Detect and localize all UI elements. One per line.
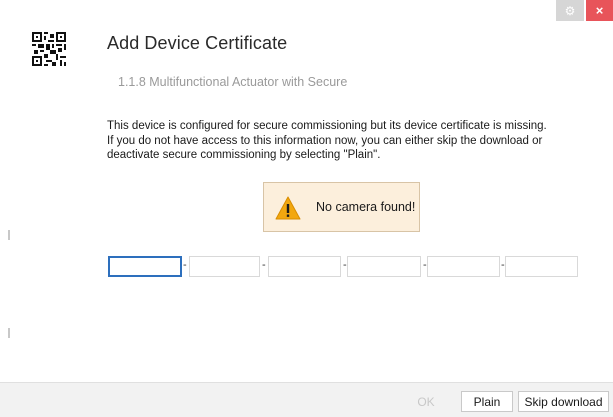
- certificate-field-6[interactable]: [505, 256, 578, 277]
- certificate-field-4[interactable]: [347, 256, 421, 277]
- close-icon: ×: [595, 3, 604, 18]
- dialog-footer: OK Plain Skip download: [0, 382, 613, 417]
- field-separator: -: [262, 259, 266, 271]
- device-subtitle: 1.1.8 Multifunctional Actuator with Secu…: [118, 75, 348, 89]
- message-line-2: If you do not have access to this inform…: [107, 134, 543, 147]
- ok-button[interactable]: OK: [400, 391, 452, 412]
- certificate-field-3[interactable]: [268, 256, 341, 277]
- warning-text: No camera found!: [316, 200, 416, 214]
- close-button[interactable]: ×: [586, 0, 613, 21]
- camera-warning: No camera found!: [263, 182, 420, 232]
- message-line-1: This device is configured for secure com…: [107, 120, 547, 132]
- skip-download-button[interactable]: Skip download: [518, 391, 609, 412]
- qr-code-icon: [32, 32, 66, 66]
- gear-icon: ⚙: [564, 3, 576, 18]
- settings-button[interactable]: ⚙: [556, 0, 584, 21]
- info-message: This device is configured for secure com…: [107, 119, 607, 163]
- certificate-field-1[interactable]: [108, 256, 182, 277]
- certificate-field-2[interactable]: [189, 256, 260, 277]
- dialog-title: Add Device Certificate: [107, 33, 288, 53]
- message-line-3: deactivate secure commissioning by selec…: [107, 149, 381, 161]
- warning-icon: [275, 196, 301, 220]
- window-edge: [0, 0, 12, 417]
- field-separator: -: [183, 259, 187, 271]
- plain-button[interactable]: Plain: [461, 391, 513, 412]
- add-device-certificate-dialog: ⚙ × Add Device Certificate 1.1.8 Multifu…: [0, 0, 613, 417]
- certificate-field-5[interactable]: [427, 256, 500, 277]
